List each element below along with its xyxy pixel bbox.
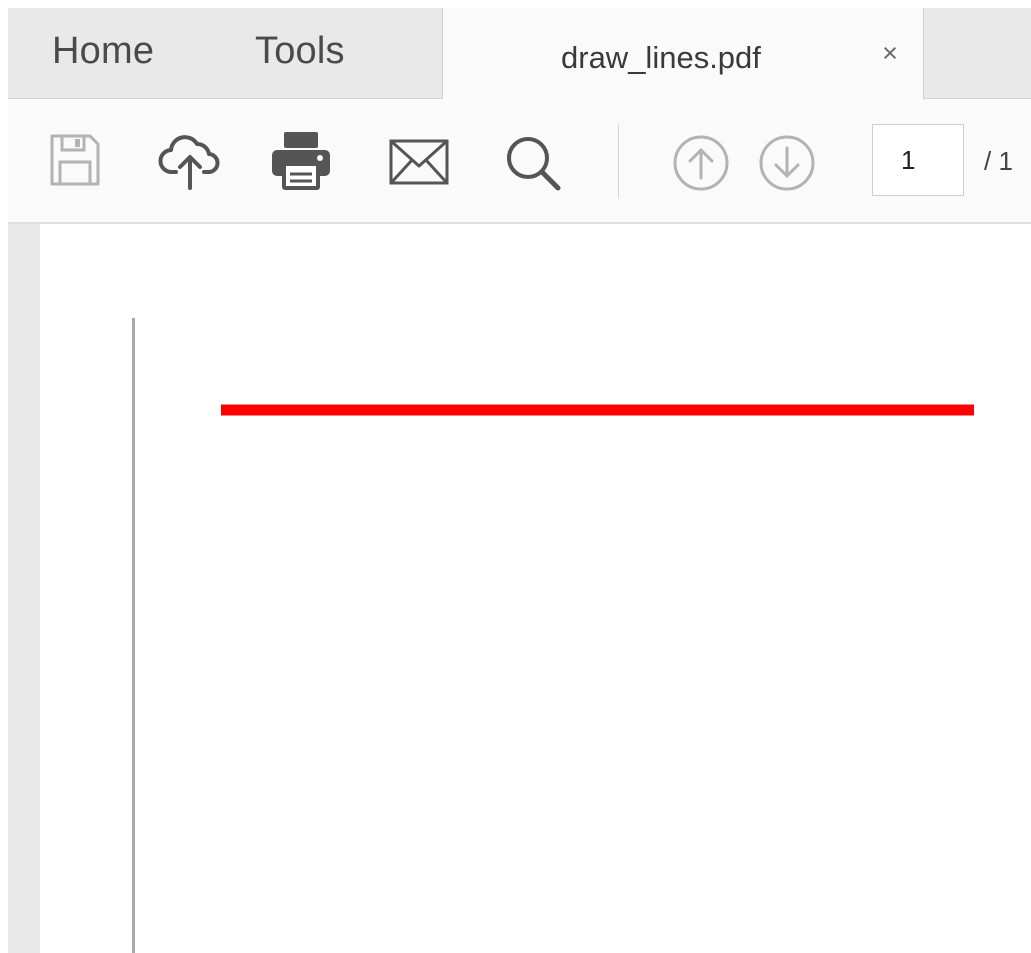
page-number-input[interactable] bbox=[872, 124, 964, 196]
tab-document[interactable]: draw_lines.pdf × bbox=[443, 8, 924, 100]
page-total: / 1 bbox=[984, 146, 1013, 176]
tab-tools[interactable]: Tools bbox=[255, 30, 345, 73]
toolbar-separator bbox=[618, 124, 619, 198]
toolbar: / 1 bbox=[8, 100, 1031, 224]
previous-page-icon[interactable] bbox=[672, 134, 730, 192]
tab-bar: Home Tools draw_lines.pdf × bbox=[8, 8, 1031, 100]
email-icon[interactable] bbox=[388, 138, 450, 186]
document-view[interactable] bbox=[8, 224, 1031, 953]
tab-home[interactable]: Home bbox=[52, 30, 154, 73]
document-page-canvas bbox=[221, 404, 974, 416]
print-icon[interactable] bbox=[270, 130, 332, 190]
next-page-icon[interactable] bbox=[758, 134, 816, 192]
save-icon[interactable] bbox=[48, 132, 102, 188]
search-icon[interactable] bbox=[504, 134, 564, 192]
close-icon[interactable]: × bbox=[877, 38, 903, 69]
upload-cloud-icon[interactable] bbox=[158, 132, 222, 192]
document-tab-title: draw_lines.pdf bbox=[561, 40, 761, 75]
